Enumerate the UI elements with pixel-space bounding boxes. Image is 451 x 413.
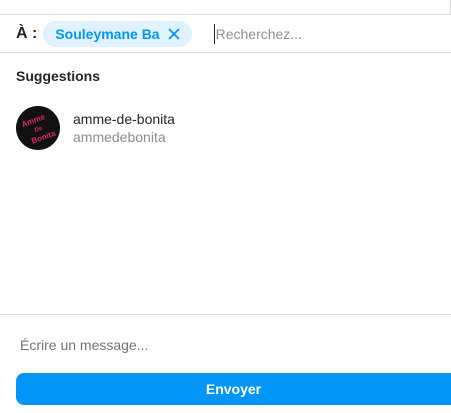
avatar: Amme De Bonita — [16, 106, 60, 150]
suggestion-name: amme-de-bonita — [73, 111, 175, 127]
divider — [0, 314, 451, 315]
to-label: À : — [16, 24, 38, 42]
new-message-dialog: À : Souleymane Ba Suggestions Amme De Bo… — [0, 0, 451, 413]
message-input[interactable] — [20, 335, 420, 355]
recipient-chip-label: Souleymane Ba — [55, 25, 160, 42]
suggestion-text: amme-de-bonita ammedebonita — [73, 110, 175, 146]
suggestion-item[interactable]: Amme De Bonita amme-de-bonita ammedeboni… — [0, 100, 451, 156]
suggestion-handle: ammedebonita — [73, 129, 166, 145]
search-input[interactable] — [213, 23, 416, 44]
suggestions-heading: Suggestions — [16, 68, 101, 84]
close-icon[interactable] — [168, 28, 180, 40]
recipient-chip[interactable]: Souleymane Ba — [43, 20, 192, 47]
dialog-header — [0, 0, 451, 15]
recipients-row: À : Souleymane Ba — [0, 15, 451, 53]
send-button[interactable]: Envoyer — [16, 373, 451, 405]
